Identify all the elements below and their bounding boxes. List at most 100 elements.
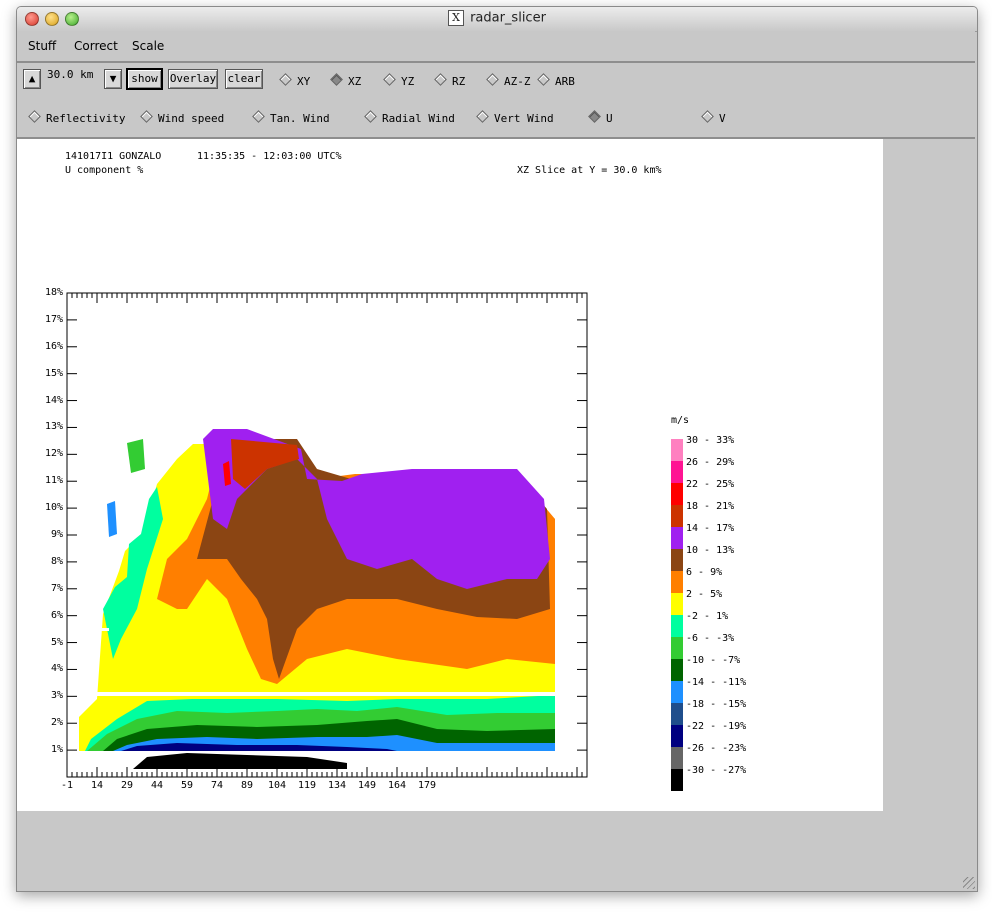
x-tick-label: 59 [180, 780, 194, 791]
y-tick-label: 10% [44, 502, 63, 514]
menu-stuff[interactable]: Stuff [28, 39, 56, 53]
y-tick-label: 16% [44, 340, 63, 352]
overlay-button[interactable]: Overlay [168, 69, 218, 89]
y-tick-label: 14% [44, 394, 63, 406]
window-title: radar_slicer [470, 10, 546, 26]
y-tick-label: 2% [50, 717, 63, 729]
radio-az-z[interactable]: AZ-Z [486, 73, 531, 88]
y-tick-label: 4% [50, 663, 63, 675]
legend-label: 26 - 29% [686, 457, 735, 468]
y-tick-label: 17% [44, 313, 63, 325]
x-tick-label: 29 [120, 780, 134, 791]
y-tick-label: 7% [50, 582, 63, 594]
field-band-gap-1 [79, 692, 555, 696]
y-tick-label: 8% [50, 555, 63, 567]
legend-title: m/s [671, 415, 690, 426]
legend-swatch [671, 549, 683, 571]
legend-entry: -30 - -27% [671, 765, 761, 791]
radio-tan-wind[interactable]: Tan. Wind [252, 110, 330, 125]
resize-grip-icon[interactable] [963, 877, 975, 889]
y-tick-label: 15% [44, 367, 63, 379]
legend-label: 2 - 5% [686, 589, 723, 600]
y-tick-label: 13% [44, 421, 63, 433]
window-title-wrap: Xradar_slicer [17, 10, 977, 26]
x-tick-label: 164 [387, 780, 407, 791]
y-tick-label: 6% [50, 609, 63, 621]
legend-label: -2 - 1% [686, 611, 729, 622]
title-bar[interactable]: Xradar_slicer [17, 7, 977, 32]
legend-label: -6 - -3% [686, 633, 735, 644]
app-window: Xradar_slicer Stuff Correct Scale ▲ 30.0… [16, 6, 978, 892]
legend-swatch [671, 439, 683, 461]
field-band-gap-2 [79, 628, 109, 631]
legend-label: 10 - 13% [686, 545, 735, 556]
y-tick-label: 5% [50, 636, 63, 648]
menu-scale[interactable]: Scale [132, 39, 164, 53]
height-down-button[interactable]: ▼ [104, 69, 122, 89]
legend-swatch [671, 615, 683, 637]
legend-swatch [671, 571, 683, 593]
legend-swatch [671, 747, 683, 769]
x-tick-label: 104 [267, 780, 287, 791]
x-tick-label: 14 [90, 780, 104, 791]
field-green-isolated [127, 439, 145, 473]
radio-yz[interactable]: YZ [383, 73, 414, 88]
legend-label: 14 - 17% [686, 523, 735, 534]
legend-swatch [671, 703, 683, 725]
legend-label: 30 - 33% [686, 435, 735, 446]
legend-label: -26 - -23% [686, 743, 747, 754]
legend-swatch [671, 769, 683, 791]
y-tick-label: 3% [50, 690, 63, 702]
legend-label: -30 - -27% [686, 765, 747, 776]
legend-label: 6 - 9% [686, 567, 723, 578]
clear-button[interactable]: clear [225, 69, 263, 89]
toolbar: ▲ 30.0 km ▼ show Overlay clear XY XZ YZ … [17, 63, 975, 139]
radio-rz[interactable]: RZ [434, 73, 465, 88]
legend-swatch [671, 505, 683, 527]
y-tick-label: 1% [50, 744, 63, 756]
x-tick-label: 134 [327, 780, 347, 791]
radio-xz[interactable]: XZ [330, 73, 361, 88]
legend-label: 18 - 21% [686, 501, 735, 512]
legend-swatch [671, 461, 683, 483]
x-tick-label: 119 [297, 780, 317, 791]
y-tick-label: 9% [50, 529, 63, 540]
legend-swatch [671, 593, 683, 615]
x-tick-label: 44 [150, 780, 164, 791]
radio-u[interactable]: U [588, 110, 613, 125]
plot-canvas[interactable]: 141017I1 GONZALO 11:35:35 - 12:03:00 UTC… [17, 139, 883, 811]
radio-vert-wind[interactable]: Vert Wind [476, 110, 554, 125]
legend-swatch [671, 483, 683, 505]
field-black-core [133, 753, 347, 769]
legend-swatch [671, 637, 683, 659]
legend-label: 22 - 25% [686, 479, 735, 490]
u-wind-field [79, 429, 555, 769]
legend-label: -22 - -19% [686, 721, 747, 732]
show-button[interactable]: show [126, 68, 163, 90]
field-blue-isolated [107, 501, 117, 537]
menu-correct[interactable]: Correct [74, 39, 118, 53]
radio-reflectivity[interactable]: Reflectivity [28, 110, 125, 125]
x11-icon: X [448, 10, 465, 26]
radio-arb[interactable]: ARB [537, 73, 575, 88]
legend-label: -14 - -11% [686, 677, 747, 688]
radio-wind-speed[interactable]: Wind speed [140, 110, 224, 125]
radio-radial-wind[interactable]: Radial Wind [364, 110, 455, 125]
x-tick-label: 179 [417, 780, 437, 791]
height-up-button[interactable]: ▲ [23, 69, 41, 89]
legend-swatch [671, 725, 683, 747]
height-value: 30.0 km [47, 68, 94, 81]
legend-label: -10 - -7% [686, 655, 741, 666]
legend-swatch [671, 681, 683, 703]
radio-xy[interactable]: XY [279, 73, 310, 88]
x-tick-label: 149 [357, 780, 377, 791]
y-tick-label: 18% [44, 287, 63, 298]
legend-label: -18 - -15% [686, 699, 747, 710]
y-tick-label: 11% [44, 475, 63, 487]
legend-swatch [671, 527, 683, 549]
x-tick-label: 74 [210, 780, 224, 791]
menu-bar: Stuff Correct Scale [17, 31, 975, 63]
radio-v[interactable]: V [701, 110, 726, 125]
x-tick-label: 89 [240, 780, 254, 791]
legend-swatch [671, 659, 683, 681]
